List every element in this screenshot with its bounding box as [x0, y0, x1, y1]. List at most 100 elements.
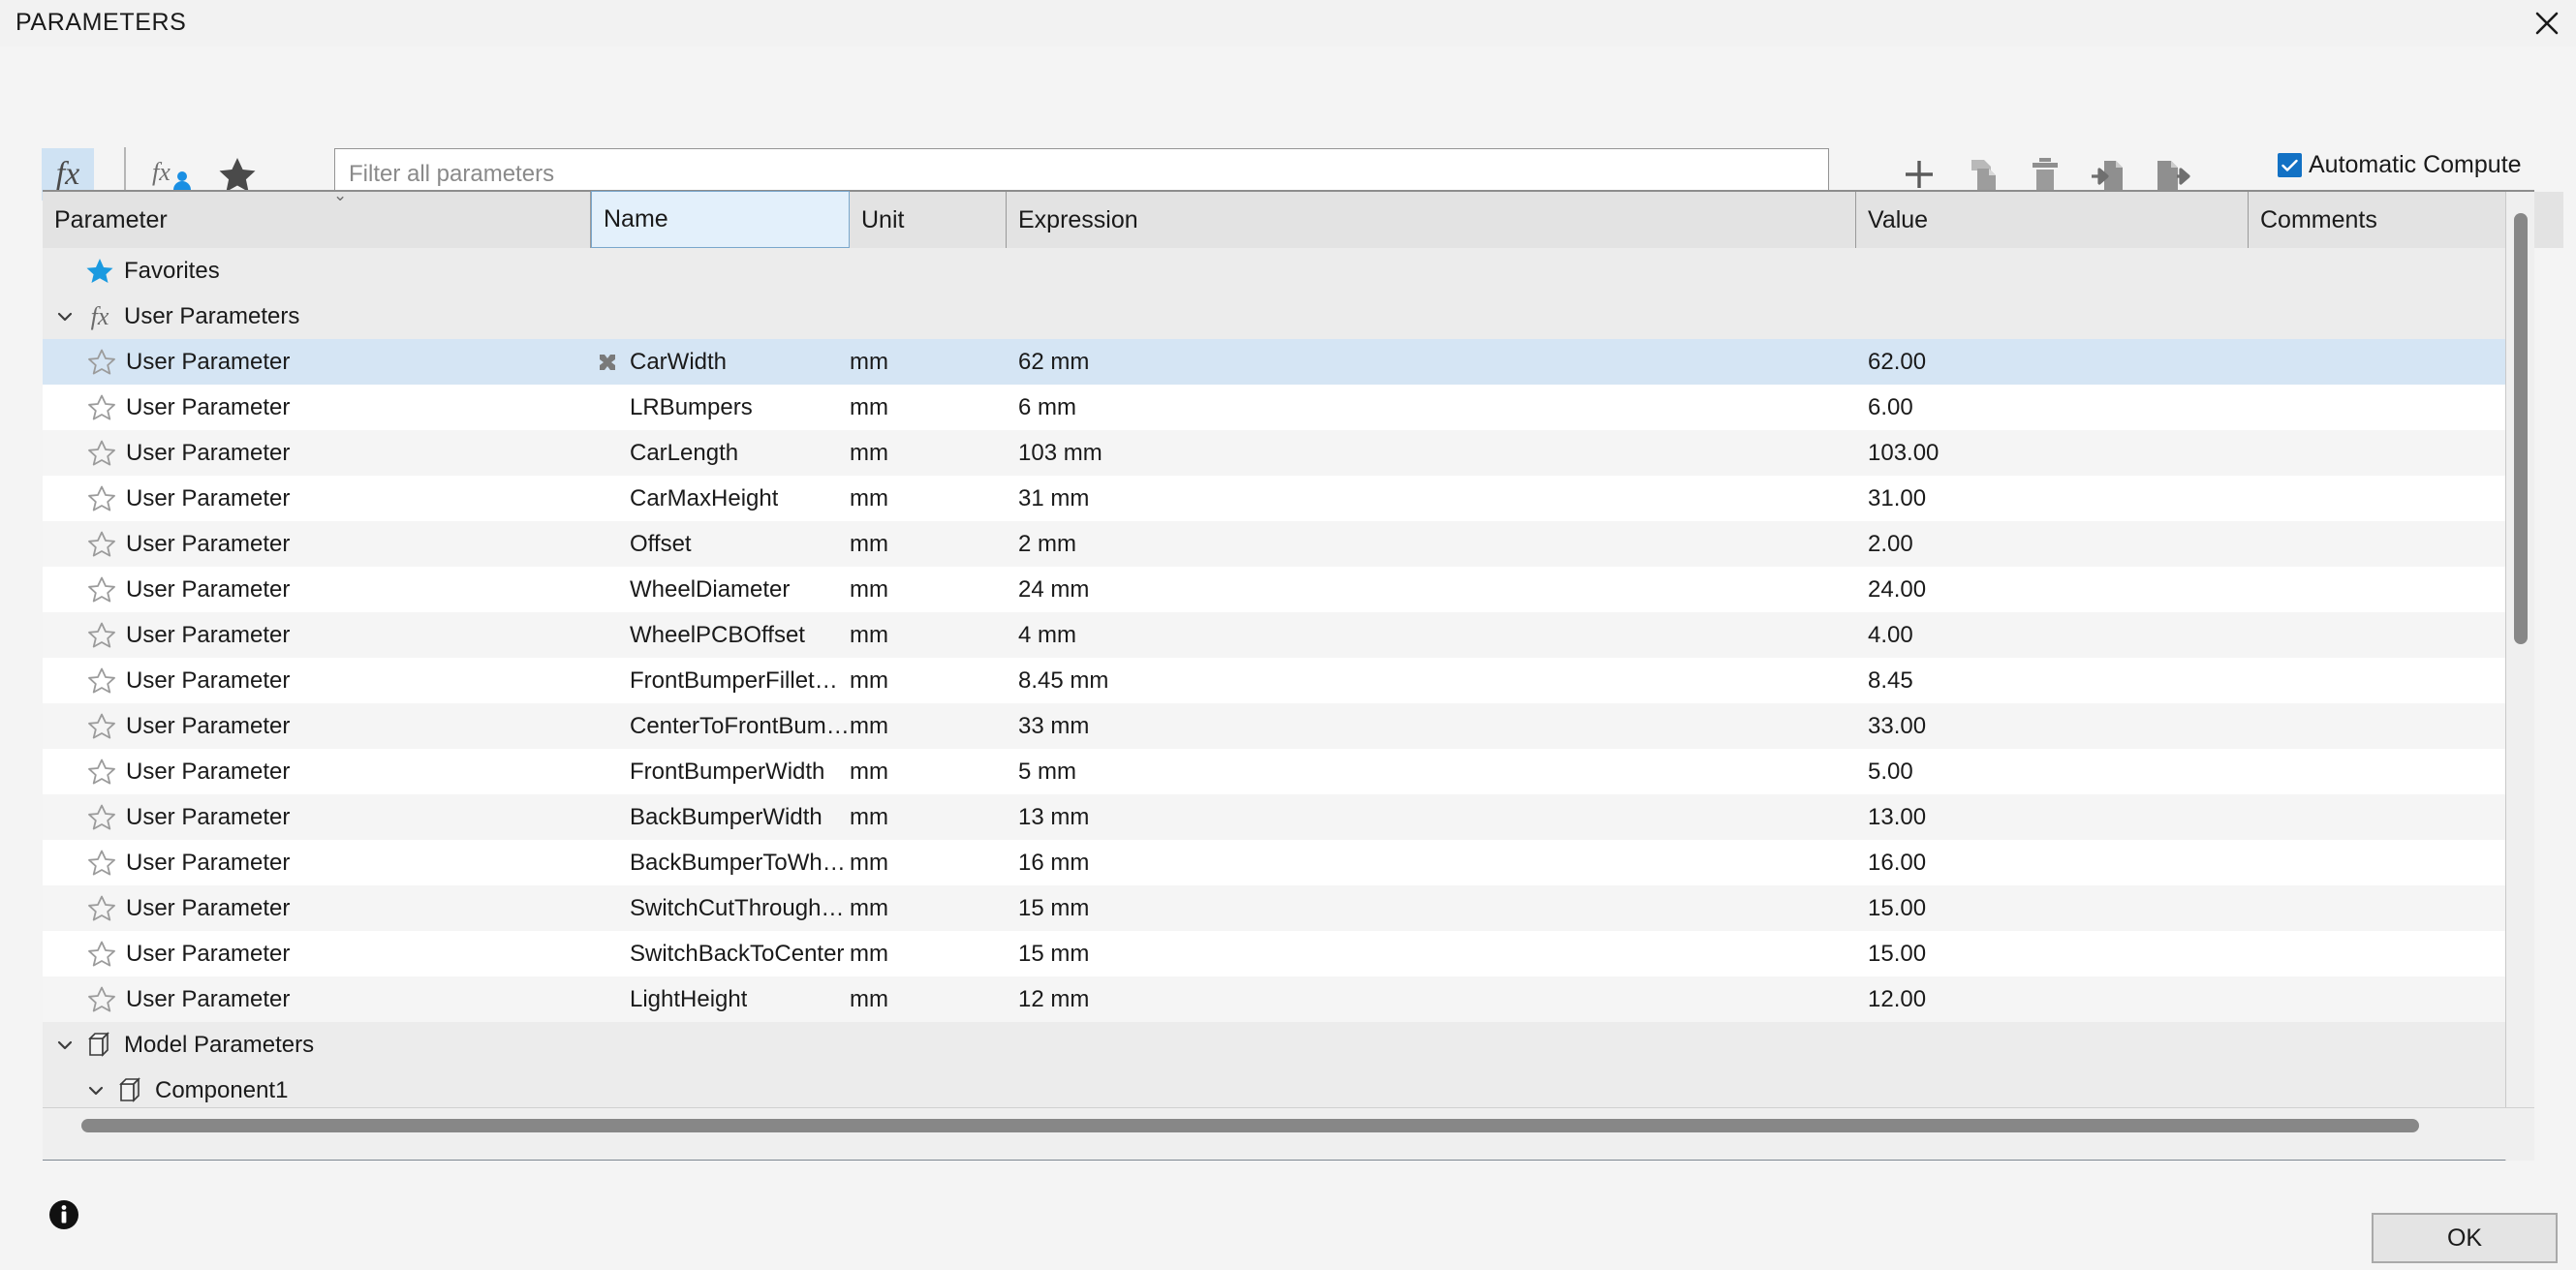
cell-unit[interactable]: mm — [850, 567, 1007, 612]
horizontal-scrollbar-thumb[interactable] — [81, 1119, 2419, 1132]
table-row[interactable]: User Parameter Offset mm 2 mm 2.00 — [43, 521, 2534, 567]
cell-comments[interactable] — [2249, 385, 2534, 430]
group-row-user-parameters[interactable]: fx User Parameters — [43, 294, 2534, 339]
favorite-star-icon[interactable] — [85, 393, 118, 422]
cell-expression[interactable]: 5 mm — [1007, 749, 1856, 794]
table-row[interactable]: User Parameter LRBumpers mm 6 mm 6.00 — [43, 385, 2534, 430]
cell-name[interactable]: SwitchBackToCenter — [591, 931, 850, 976]
cell-comments[interactable] — [2249, 885, 2534, 931]
cell-unit[interactable]: mm — [850, 385, 1007, 430]
favorite-star-icon[interactable] — [85, 803, 118, 832]
cell-comments[interactable] — [2249, 612, 2534, 658]
chevron-down-icon-model-parameters[interactable] — [54, 1035, 76, 1056]
cell-unit[interactable]: mm — [850, 476, 1007, 521]
favorite-star-icon[interactable] — [85, 666, 118, 696]
cell-name[interactable]: WheelPCBOffset — [591, 612, 850, 658]
cell-name[interactable] — [591, 1022, 850, 1068]
table-row[interactable]: User Parameter LightHeight mm 12 mm 12.00 — [43, 976, 2534, 1022]
favorite-star-icon[interactable] — [85, 530, 118, 559]
column-header-unit[interactable]: Unit — [850, 192, 1007, 248]
favorite-star-icon[interactable] — [85, 985, 118, 1014]
cell-expression[interactable]: 103 mm — [1007, 430, 1856, 476]
group-row-favorites[interactable]: Favorites — [43, 248, 2534, 294]
cell-expression[interactable]: 13 mm — [1007, 794, 1856, 840]
table-row[interactable]: User Parameter CenterToFrontBum… mm 33 mm 33… — [43, 703, 2534, 749]
cell-name[interactable]: CarMaxHeight — [591, 476, 850, 521]
cell-name[interactable]: SwitchCutThrough… — [591, 885, 850, 931]
cell-comments[interactable] — [2249, 658, 2534, 703]
cell-expression[interactable]: 62 mm — [1007, 339, 1856, 385]
cell-expression[interactable] — [1007, 294, 1856, 339]
favorite-star-icon[interactable] — [85, 849, 118, 878]
group-row-model-parameters[interactable]: Model Parameters — [43, 1022, 2534, 1068]
cell-comments[interactable] — [2249, 294, 2534, 339]
column-header-value[interactable]: Value — [1856, 192, 2249, 248]
cell-expression[interactable] — [1007, 1022, 1856, 1068]
close-icon[interactable] — [2526, 4, 2568, 43]
favorite-star-icon[interactable] — [85, 758, 118, 787]
cell-unit[interactable]: mm — [850, 658, 1007, 703]
cell-comments[interactable] — [2249, 976, 2534, 1022]
cell-expression[interactable]: 8.45 mm — [1007, 658, 1856, 703]
cell-unit[interactable]: mm — [850, 612, 1007, 658]
column-header-name[interactable]: Name — [591, 191, 850, 248]
cell-expression[interactable]: 15 mm — [1007, 885, 1856, 931]
cell-unit[interactable]: mm — [850, 339, 1007, 385]
cell-expression[interactable]: 2 mm — [1007, 521, 1856, 567]
cell-name[interactable] — [591, 1068, 850, 1110]
chevron-down-icon-component1[interactable] — [85, 1080, 107, 1101]
column-header-parameter[interactable]: Parameter ⌄ — [43, 192, 591, 248]
cell-comments[interactable] — [2249, 1022, 2534, 1068]
table-row[interactable]: User Parameter WheelPCBOffset mm 4 mm 4.00 — [43, 612, 2534, 658]
cell-unit[interactable]: mm — [850, 976, 1007, 1022]
cell-unit[interactable] — [850, 294, 1007, 339]
table-row[interactable]: User Parameter FrontBumperFillet… mm 8.45 m… — [43, 658, 2534, 703]
cell-unit[interactable]: mm — [850, 840, 1007, 885]
favorite-star-icon[interactable] — [85, 575, 118, 604]
cell-name[interactable]: FrontBumperFillet… — [591, 658, 850, 703]
info-icon[interactable] — [47, 1197, 81, 1232]
cell-name[interactable]: WheelDiameter — [591, 567, 850, 612]
cell-name[interactable]: LightHeight — [591, 976, 850, 1022]
cell-unit[interactable]: mm — [850, 749, 1007, 794]
cell-unit[interactable] — [850, 248, 1007, 294]
cell-unit[interactable] — [850, 1068, 1007, 1110]
favorite-star-icon[interactable] — [85, 484, 118, 513]
table-row[interactable]: User Parameter BackBumperToWh… mm 16 mm 16.0… — [43, 840, 2534, 885]
cell-comments[interactable] — [2249, 931, 2534, 976]
favorite-star-icon[interactable] — [85, 940, 118, 969]
favorite-star-icon[interactable] — [85, 712, 118, 741]
cell-name[interactable]: LRBumpers — [591, 385, 850, 430]
cell-name[interactable]: CarWidth — [591, 339, 850, 385]
cell-name[interactable]: CenterToFrontBum… — [591, 703, 850, 749]
cell-expression[interactable]: 12 mm — [1007, 976, 1856, 1022]
cell-unit[interactable]: mm — [850, 430, 1007, 476]
cell-unit[interactable]: mm — [850, 931, 1007, 976]
ok-button[interactable]: OK — [2372, 1213, 2558, 1263]
cell-comments[interactable] — [2249, 521, 2534, 567]
vertical-scrollbar[interactable] — [2505, 192, 2534, 1162]
cell-expression[interactable] — [1007, 248, 1856, 294]
cell-unit[interactable]: mm — [850, 521, 1007, 567]
cell-unit[interactable]: mm — [850, 794, 1007, 840]
table-row[interactable]: User Parameter FrontBumperWidth mm 5 mm 5.00 — [43, 749, 2534, 794]
cell-comments[interactable] — [2249, 703, 2534, 749]
favorite-star-icon[interactable] — [85, 348, 118, 377]
table-row[interactable]: User Parameter CarWidth mm 62 mm 62.00 — [43, 339, 2534, 385]
table-row[interactable]: User Parameter SwitchBackToCenter mm 15 mm 1… — [43, 931, 2534, 976]
cell-comments[interactable] — [2249, 840, 2534, 885]
cell-expression[interactable] — [1007, 1068, 1856, 1110]
cell-expression[interactable]: 15 mm — [1007, 931, 1856, 976]
cell-unit[interactable]: mm — [850, 885, 1007, 931]
cell-expression[interactable]: 24 mm — [1007, 567, 1856, 612]
cell-name[interactable]: BackBumperWidth — [591, 794, 850, 840]
cell-name[interactable]: FrontBumperWidth — [591, 749, 850, 794]
table-row[interactable]: User Parameter CarMaxHeight mm 31 mm 31.00 — [43, 476, 2534, 521]
cell-name[interactable] — [591, 248, 850, 294]
cell-expression[interactable]: 4 mm — [1007, 612, 1856, 658]
cell-expression[interactable]: 6 mm — [1007, 385, 1856, 430]
cell-unit[interactable] — [850, 1022, 1007, 1068]
cell-comments[interactable] — [2249, 1068, 2534, 1110]
horizontal-scrollbar[interactable] — [43, 1107, 2534, 1160]
favorite-star-icon[interactable] — [85, 439, 118, 468]
